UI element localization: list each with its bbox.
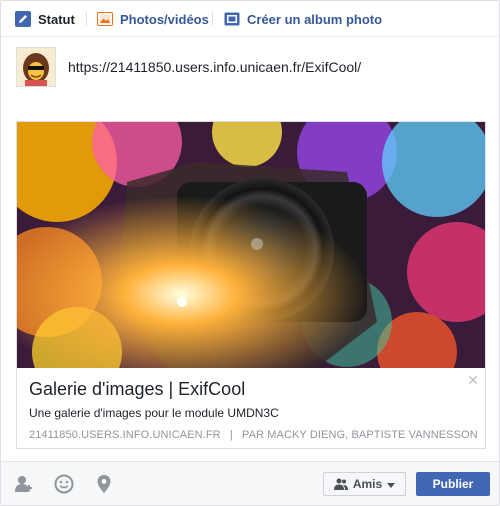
status-input[interactable]: https://21411850.users.info.unicaen.fr/E… <box>68 59 361 75</box>
preview-meta: 21411850.users.info.unicaen.fr | par Mac… <box>29 429 478 441</box>
location-icon[interactable] <box>94 474 114 494</box>
album-icon <box>224 11 240 27</box>
preview-title[interactable]: Galerie d'images | ExifCool <box>29 379 245 400</box>
audience-label: Amis <box>352 477 383 491</box>
tab-statut-label: Statut <box>38 11 75 27</box>
tab-statut[interactable]: Statut <box>15 1 75 37</box>
tab-divider <box>86 12 87 26</box>
composer-footer: Amis Publier <box>1 461 499 505</box>
tab-album-label: Créer un album photo <box>247 11 383 27</box>
preview-domain: 21411850.users.info.unicaen.fr <box>29 429 221 441</box>
pencil-icon <box>15 11 31 27</box>
feeling-icon[interactable] <box>54 474 74 494</box>
link-preview-card[interactable]: ✕ Galerie d'images | ExifCool Une galeri… <box>16 121 486 449</box>
composer-tabs: Statut Photos/vidéos Créer un album phot… <box>1 1 499 37</box>
post-composer: Statut Photos/vidéos Créer un album phot… <box>0 0 500 506</box>
friends-icon <box>333 478 348 490</box>
tab-create-album[interactable]: Créer un album photo <box>224 1 382 37</box>
tabs-underline <box>1 36 499 37</box>
audience-selector[interactable]: Amis <box>323 472 406 496</box>
preview-image[interactable] <box>17 122 485 368</box>
tab-photos-label: Photos/vidéos <box>120 11 209 27</box>
photo-icon <box>97 11 113 27</box>
preview-authors: par Macky Dieng, Baptiste Vannesson <box>241 429 478 441</box>
avatar <box>16 47 56 87</box>
tab-divider <box>212 12 213 26</box>
tag-friends-icon[interactable] <box>14 474 34 494</box>
chevron-down-icon <box>387 477 396 491</box>
tab-photos-videos[interactable]: Photos/vidéos <box>97 1 209 37</box>
publish-button[interactable]: Publier <box>416 472 490 496</box>
remove-preview-button[interactable]: ✕ <box>467 373 479 387</box>
preview-description: Une galerie d'images pour le module UMDN… <box>29 406 279 420</box>
preview-separator: | <box>229 429 233 441</box>
